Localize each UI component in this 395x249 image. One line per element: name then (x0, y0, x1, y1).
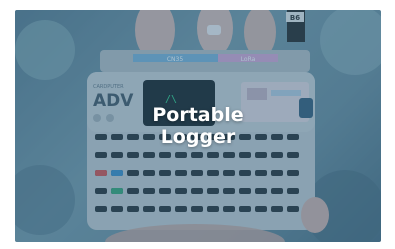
caption-line-1: Portable (152, 104, 244, 126)
caption-line-2: Logger (160, 126, 236, 148)
hero-image: B6 CN35 LoRa CARDPUTER ADV /\ Portable L… (15, 10, 381, 242)
caption: Portable Logger (15, 104, 381, 148)
